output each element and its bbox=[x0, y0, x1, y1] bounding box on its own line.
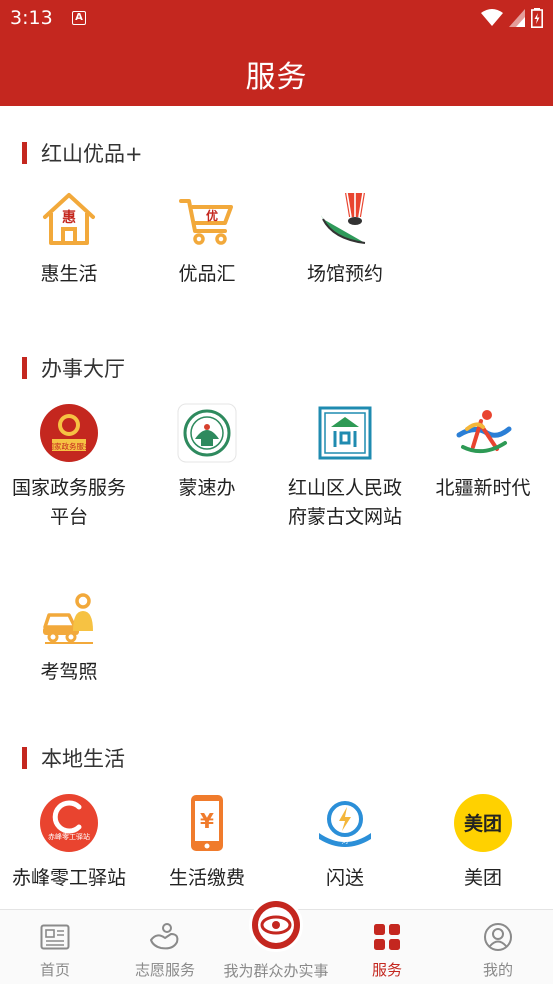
notification-icon: A bbox=[72, 11, 86, 25]
section-title-hongshan-youpin: 红山优品+ bbox=[22, 139, 143, 167]
service-item-label: 国家政务服务平台 bbox=[11, 477, 126, 528]
section-marker bbox=[22, 747, 27, 769]
page-title: 服务 bbox=[245, 60, 308, 95]
service-item-bill-payment[interactable]: ¥ 生活缴费 bbox=[138, 792, 276, 893]
service-item-national-gov-platform[interactable]: 国家政务服务 国家政务服务平台 bbox=[0, 402, 138, 532]
section-title-text: 红山优品+ bbox=[41, 142, 143, 166]
service-item-label: 场馆预约 bbox=[306, 263, 383, 285]
app-bar: 服务 bbox=[0, 38, 553, 106]
service-item-mengsuban[interactable]: 蒙速办 bbox=[138, 402, 276, 503]
mengsuban-logo-icon bbox=[176, 402, 238, 464]
wifi-icon bbox=[481, 9, 503, 26]
user-icon bbox=[481, 920, 515, 954]
driving-license-icon bbox=[38, 586, 100, 648]
mongolian-site-logo-icon bbox=[314, 402, 376, 464]
tab-do-real-things[interactable]: 我为群众办实事 bbox=[221, 898, 331, 984]
grid-icon bbox=[370, 920, 404, 954]
svg-text:¥: ¥ bbox=[200, 809, 214, 833]
badminton-icon bbox=[314, 188, 376, 250]
section-marker bbox=[22, 142, 27, 164]
house-hui-icon: 惠 bbox=[38, 188, 100, 250]
service-item-label: 惠生活 bbox=[40, 263, 98, 285]
service-item-chifeng-gig[interactable]: 赤峰零工驿站 赤峰零工驿站 bbox=[0, 792, 138, 893]
center-logo-icon bbox=[249, 898, 303, 952]
tab-label: 我的 bbox=[482, 961, 513, 979]
svg-text:赤峰零工驿站: 赤峰零工驿站 bbox=[48, 832, 90, 841]
service-item-hongshan-mongolian-site[interactable]: 红山区人民政府蒙古文网站 bbox=[276, 402, 414, 532]
national-emblem-icon: 国家政务服务 bbox=[38, 402, 100, 464]
tab-label: 志愿服务 bbox=[134, 961, 195, 979]
service-content[interactable]: 红山优品+ 惠 惠生活 优 优品汇 场馆预约 办事大厅 国家政务服务 国家政务服… bbox=[0, 106, 553, 909]
svg-text:美团: 美团 bbox=[464, 812, 502, 835]
service-item-youpinhui[interactable]: 优 优品汇 bbox=[138, 188, 276, 289]
section-title-text: 本地生活 bbox=[41, 747, 125, 771]
section-title-bendi-shenghuo: 本地生活 bbox=[22, 744, 125, 772]
tab-services[interactable]: 服务 bbox=[332, 910, 442, 984]
service-item-label: 优品汇 bbox=[178, 263, 236, 285]
service-item-huishenghuo[interactable]: 惠 惠生活 bbox=[0, 188, 138, 289]
service-item-label: 蒙速办 bbox=[178, 477, 236, 499]
service-item-label: 美团 bbox=[463, 867, 502, 889]
service-item-label: 红山区人民政府蒙古文网站 bbox=[287, 477, 402, 528]
service-item-label: 闪送 bbox=[325, 867, 364, 889]
svg-text:惠: 惠 bbox=[62, 209, 76, 226]
service-item-meituan[interactable]: 美团 美团 bbox=[414, 792, 552, 893]
volunteer-icon bbox=[148, 920, 182, 954]
tab-mine[interactable]: 我的 bbox=[443, 910, 553, 984]
section-title-banshi-dating: 办事大厅 bbox=[22, 354, 125, 382]
tab-volunteer[interactable]: 志愿服务 bbox=[110, 910, 220, 984]
service-item-driving-license[interactable]: 考驾照 bbox=[0, 586, 138, 687]
status-bar: 3:13 A bbox=[0, 0, 553, 38]
chifeng-gig-logo-icon: 赤峰零工驿站 bbox=[38, 792, 100, 854]
bottom-tab-bar: 首页 志愿服务 我为群众办实事 服务 我的 bbox=[0, 898, 553, 984]
svg-text:优: 优 bbox=[206, 208, 218, 223]
meituan-logo-icon: 美团 bbox=[452, 792, 514, 854]
svg-text:国家政务服务: 国家政务服务 bbox=[47, 441, 92, 451]
signal-icon bbox=[509, 9, 525, 27]
shansong-logo-icon: 一对一 bbox=[314, 792, 376, 854]
tab-home[interactable]: 首页 bbox=[0, 910, 110, 984]
section-marker bbox=[22, 357, 27, 379]
tab-label: 我为群众办实事 bbox=[223, 962, 329, 980]
service-item-shansong[interactable]: 一对一 闪送 bbox=[276, 792, 414, 893]
newspaper-icon bbox=[38, 920, 72, 954]
section-title-text: 办事大厅 bbox=[41, 357, 125, 381]
service-item-label: 北疆新时代 bbox=[435, 477, 531, 499]
status-icons bbox=[481, 8, 543, 28]
service-item-label: 生活缴费 bbox=[168, 867, 245, 889]
beijiang-logo-icon bbox=[452, 402, 514, 464]
service-item-venue-booking[interactable]: 场馆预约 bbox=[276, 188, 414, 289]
tab-label: 服务 bbox=[371, 961, 402, 979]
status-time: 3:13 bbox=[10, 7, 53, 29]
phone-payment-icon: ¥ bbox=[176, 792, 238, 854]
service-item-label: 考驾照 bbox=[40, 661, 98, 683]
shopping-cart-icon: 优 bbox=[176, 188, 238, 250]
service-item-label: 赤峰零工驿站 bbox=[11, 867, 126, 889]
service-item-beijiang-new-era[interactable]: 北疆新时代 bbox=[414, 402, 552, 503]
svg-text:一对一: 一对一 bbox=[335, 836, 356, 845]
tab-label: 首页 bbox=[39, 961, 70, 979]
battery-icon bbox=[531, 8, 543, 28]
